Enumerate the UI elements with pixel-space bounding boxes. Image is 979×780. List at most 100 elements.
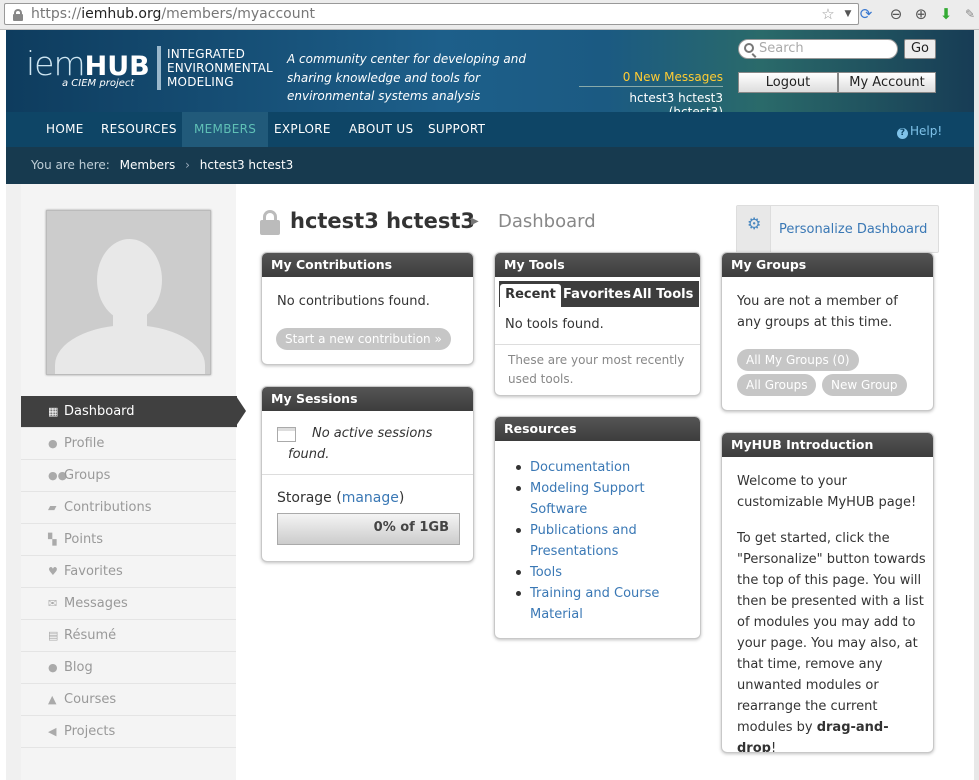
- all-my-groups-button[interactable]: All My Groups (0): [737, 349, 859, 371]
- module-title[interactable]: My Contributions: [262, 253, 473, 277]
- zoom-in-icon[interactable]: ⊕: [911, 4, 931, 24]
- url-path: /members/myaccount: [161, 6, 315, 22]
- search-placeholder: Search: [759, 41, 804, 56]
- nav-members[interactable]: MEMBERS: [182, 112, 269, 147]
- sidebar-item-projects[interactable]: ◀ Projects: [21, 716, 236, 748]
- browser-toolbar: https://iemhub.org/members/myaccount ☆ ▼…: [0, 0, 979, 30]
- intro-body-end: !: [770, 741, 777, 753]
- nav-home[interactable]: HOME: [6, 112, 98, 147]
- logo-subtitle: a CIEM project: [62, 78, 135, 89]
- sidebar-item-label: Groups: [64, 468, 111, 483]
- module-title[interactable]: My Sessions: [262, 387, 473, 411]
- resources-list: Documentation Modeling Support Software …: [514, 457, 694, 625]
- logout-button[interactable]: Logout: [738, 72, 838, 93]
- nav-support[interactable]: SUPPORT: [416, 112, 497, 147]
- sidebar-item-label: Dashboard: [64, 404, 135, 419]
- breadcrumb-prefix: You are here:: [31, 158, 110, 172]
- resource-link-modeling-support[interactable]: Modeling Support Software: [530, 481, 645, 517]
- module-title[interactable]: Resources: [495, 417, 700, 441]
- logo-divider: [157, 46, 161, 90]
- grid-icon: ▦: [48, 405, 59, 418]
- page-scrollbar[interactable]: [974, 30, 979, 780]
- resource-link-documentation[interactable]: Documentation: [530, 460, 630, 475]
- tools-tabs: Recent Favorites All Tools: [499, 281, 699, 307]
- module-my-sessions: My Sessions No active sessions found. St…: [261, 386, 474, 562]
- list-item: Training and Course Material: [514, 583, 694, 625]
- module-my-groups: My Groups You are not a member of any gr…: [721, 252, 934, 411]
- breadcrumb-members[interactable]: Members: [120, 158, 176, 172]
- module-title[interactable]: MyHUB Introduction: [722, 433, 933, 457]
- new-group-button[interactable]: New Group: [822, 374, 907, 396]
- site-logo[interactable]: iemHUB a CIEM project: [26, 44, 150, 89]
- url-field[interactable]: https://iemhub.org/members/myaccount: [4, 3, 859, 25]
- envelope-icon: ✉: [48, 597, 58, 610]
- integrated-line-3: MODELING: [167, 75, 234, 89]
- breadcrumb-separator: ›: [185, 158, 190, 172]
- sidebar-item-label: Contributions: [64, 500, 152, 515]
- sidebar-item-blog[interactable]: ● Blog: [21, 652, 236, 684]
- manage-storage-link[interactable]: manage: [342, 490, 399, 506]
- help-icon: ?: [897, 128, 908, 139]
- no-contributions-text: No contributions found.: [277, 294, 430, 309]
- resource-link-training[interactable]: Training and Course Material: [530, 586, 659, 622]
- lock-icon: [13, 9, 23, 21]
- url-scheme: https://: [31, 6, 82, 22]
- nav-explore[interactable]: EXPLORE: [262, 112, 343, 147]
- integrated-modeling-label: INTEGRATED ENVIRONMENTAL MODELING: [167, 47, 273, 89]
- sidebar-item-label: Blog: [64, 660, 93, 675]
- sidebar-item-contributions[interactable]: ▰ Contributions: [21, 492, 236, 524]
- sidebar-item-profile[interactable]: ● Profile: [21, 428, 236, 460]
- heart-icon: ♥: [48, 565, 58, 578]
- sidebar-item-label: Projects: [64, 724, 116, 739]
- menu-icon[interactable]: ✎: [960, 4, 979, 24]
- personalize-dashboard-button[interactable]: ⚙ Personalize Dashboard: [736, 205, 939, 253]
- all-groups-button[interactable]: All Groups: [737, 374, 817, 396]
- breadcrumb-current[interactable]: hctest3 hctest3: [200, 158, 294, 172]
- user-icon: ●: [48, 437, 58, 450]
- my-account-button[interactable]: My Account: [838, 72, 936, 93]
- nav-resources[interactable]: RESOURCES: [87, 112, 191, 147]
- intro-body-text: To get started, click the "Personalize" …: [737, 528, 927, 753]
- url-host: iemhub.org: [81, 6, 162, 22]
- dropdown-icon[interactable]: ▼: [838, 4, 858, 24]
- star-icon[interactable]: ☆: [818, 4, 838, 24]
- site-tagline: A community center for developing and sh…: [287, 52, 526, 103]
- divider: [262, 474, 473, 475]
- avatar[interactable]: [46, 210, 211, 375]
- download-icon[interactable]: ⬇: [936, 4, 956, 24]
- search-go-button[interactable]: Go: [904, 39, 936, 59]
- list-item: Tools: [514, 562, 694, 583]
- sidebar-item-messages[interactable]: ✉ Messages: [21, 588, 236, 620]
- start-contribution-button[interactable]: Start a new contribution »: [276, 328, 451, 350]
- sidebar-item-groups[interactable]: ●●Groups: [21, 460, 236, 492]
- search-icon: [744, 43, 754, 53]
- integrated-line-1: INTEGRATED: [167, 47, 246, 61]
- resource-link-publications[interactable]: Publications and Presentations: [530, 523, 637, 559]
- tab-recent[interactable]: Recent: [500, 284, 561, 307]
- sidebar-item-courses[interactable]: ▲ Courses: [21, 684, 236, 716]
- sidebar-item-resume[interactable]: ▤ Résumé: [21, 620, 236, 652]
- breadcrumb: You are here: Members › hctest3 hctest3: [6, 147, 974, 184]
- new-messages-link[interactable]: 0 New Messages: [579, 70, 723, 87]
- sidebar-item-points[interactable]: ▚ Points: [21, 524, 236, 556]
- resource-link-tools[interactable]: Tools: [530, 565, 562, 580]
- reload-icon[interactable]: ⟳: [856, 4, 876, 24]
- tools-note: These are your most recently used tools.: [508, 353, 685, 386]
- module-title[interactable]: My Tools: [495, 253, 700, 277]
- book-icon: ▰: [48, 501, 57, 514]
- zoom-out-icon[interactable]: ⊖: [886, 4, 906, 24]
- list-item: Publications and Presentations: [514, 520, 694, 562]
- sidebar-item-dashboard[interactable]: ▦ Dashboard: [21, 396, 237, 428]
- sidebar-item-label: Profile: [64, 436, 105, 451]
- nav-about-us[interactable]: ABOUT US: [337, 112, 425, 147]
- tab-all-tools[interactable]: All Tools: [629, 284, 697, 307]
- search-input[interactable]: Search: [738, 39, 898, 59]
- help-link[interactable]: ? Help!: [897, 124, 942, 139]
- integrated-line-2: ENVIRONMENTAL: [167, 61, 273, 75]
- no-groups-text: You are not a member of any groups at th…: [737, 294, 898, 330]
- tab-favorites[interactable]: Favorites: [563, 284, 631, 307]
- sidebar-item-favorites[interactable]: ♥ Favorites: [21, 556, 236, 588]
- list-item: Modeling Support Software: [514, 478, 694, 520]
- module-title[interactable]: My Groups: [722, 253, 933, 277]
- module-myhub-introduction: MyHUB Introduction Welcome to your custo…: [721, 432, 934, 753]
